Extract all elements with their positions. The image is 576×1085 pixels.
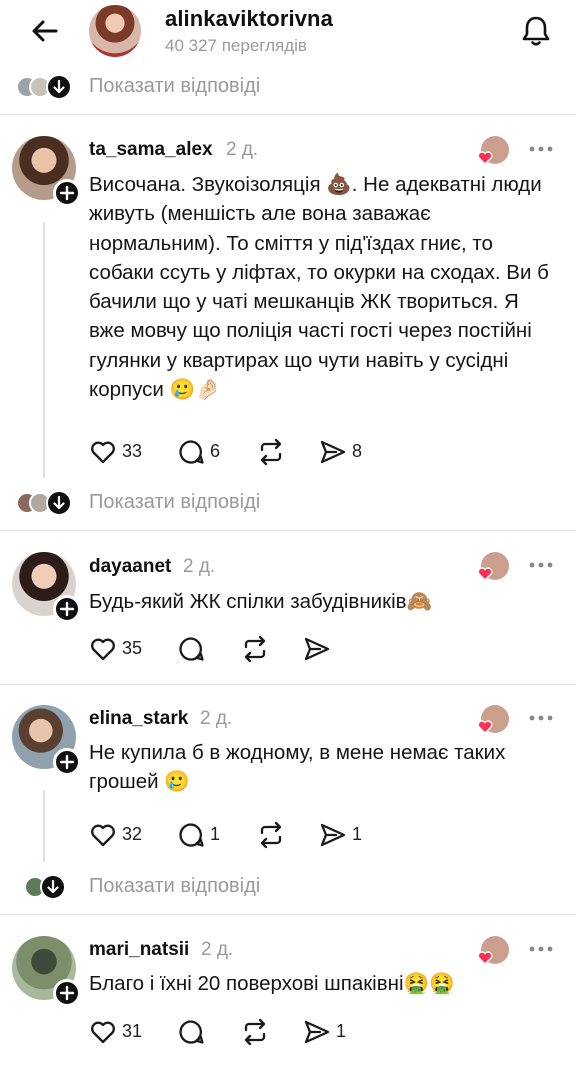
comment-username[interactable]: mari_natsii bbox=[89, 939, 189, 961]
comment-text: Будь-який ЖК спілки забудівників🙈 bbox=[89, 590, 433, 613]
arrow-down-icon bbox=[46, 490, 72, 516]
heart-icon bbox=[91, 1021, 115, 1044]
more-icon[interactable] bbox=[528, 714, 554, 722]
comment-username[interactable]: dayaanet bbox=[89, 556, 171, 578]
comment-icon bbox=[179, 440, 204, 464]
reply-avatars bbox=[16, 490, 76, 516]
show-replies-row[interactable]: Показати відповіді bbox=[0, 868, 576, 908]
send-icon bbox=[304, 1020, 330, 1044]
show-replies-row[interactable]: Показати відповіді bbox=[0, 68, 576, 108]
send-icon bbox=[304, 637, 330, 661]
heart-icon bbox=[477, 151, 493, 165]
show-replies-row[interactable]: Показати відповіді bbox=[0, 484, 576, 524]
heart-icon bbox=[91, 441, 115, 464]
comment-icon bbox=[179, 637, 204, 661]
arrow-down-icon bbox=[40, 874, 66, 900]
heart-icon bbox=[477, 951, 493, 965]
comment-username[interactable]: ta_sama_alex bbox=[89, 139, 213, 161]
divider bbox=[0, 684, 576, 685]
comment-username[interactable]: elina_stark bbox=[89, 708, 188, 730]
follow-plus-icon[interactable] bbox=[53, 179, 81, 207]
divider bbox=[0, 114, 576, 115]
reply-avatars bbox=[16, 874, 76, 900]
comment-icon bbox=[179, 1020, 204, 1044]
follow-plus-icon[interactable] bbox=[53, 595, 81, 623]
show-replies-label[interactable]: Показати відповіді bbox=[89, 875, 260, 898]
arrow-down-icon bbox=[46, 74, 72, 100]
repost-icon bbox=[260, 438, 282, 466]
share-count: 8 bbox=[352, 441, 363, 461]
profile-username[interactable]: alinkaviktorivna bbox=[165, 6, 333, 32]
comment-time: 2 д. bbox=[201, 939, 234, 960]
comment-text: Височана. Звукоізоляція 💩. Не адекватні … bbox=[89, 173, 549, 402]
divider bbox=[0, 530, 576, 531]
heart-icon bbox=[91, 638, 115, 661]
profile-avatar[interactable] bbox=[89, 5, 141, 57]
repost-icon bbox=[260, 821, 282, 849]
heart-icon bbox=[477, 567, 493, 581]
comment-text: Не купила б в жодному, в мене немає таки… bbox=[89, 741, 506, 794]
reply-count: 6 bbox=[210, 441, 221, 461]
repost-icon bbox=[244, 635, 266, 663]
views-count: 40 327 переглядів bbox=[165, 36, 307, 55]
more-icon[interactable] bbox=[528, 145, 554, 153]
heart-icon bbox=[477, 720, 493, 734]
reply-avatars bbox=[16, 74, 76, 100]
like-count: 33 bbox=[122, 441, 143, 461]
comment-time: 2 д. bbox=[200, 708, 233, 729]
share-count: 1 bbox=[336, 1021, 347, 1041]
comment-icon bbox=[179, 823, 204, 847]
like-count: 32 bbox=[122, 824, 143, 844]
like-count: 35 bbox=[122, 638, 143, 658]
reply-count: 1 bbox=[210, 824, 221, 844]
comment-actions: 32 1 1 bbox=[88, 820, 388, 850]
comment-time: 2 д. bbox=[226, 139, 259, 160]
follow-plus-icon[interactable] bbox=[53, 748, 81, 776]
thread-line bbox=[43, 222, 45, 478]
comment-actions: 33 6 8 bbox=[88, 437, 388, 467]
app-header: alinkaviktorivna 40 327 переглядів bbox=[0, 0, 576, 62]
follow-plus-icon[interactable] bbox=[53, 979, 81, 1007]
heart-icon bbox=[91, 824, 115, 847]
more-icon[interactable] bbox=[528, 945, 554, 953]
more-icon[interactable] bbox=[528, 561, 554, 569]
send-icon bbox=[320, 823, 346, 847]
repost-icon bbox=[244, 1018, 266, 1046]
like-count: 31 bbox=[122, 1021, 143, 1041]
thread-line bbox=[43, 790, 45, 862]
comment-time: 2 д. bbox=[183, 556, 216, 577]
show-replies-label[interactable]: Показати відповіді bbox=[89, 75, 260, 98]
arrow-left-icon[interactable] bbox=[28, 14, 62, 48]
share-count: 1 bbox=[352, 824, 363, 844]
comment-text: Благо і їхні 20 поверхові шпаківні🤮🤮 bbox=[89, 972, 455, 995]
divider bbox=[0, 914, 576, 915]
bell-icon[interactable] bbox=[518, 13, 554, 49]
comment-actions: 31 1 bbox=[88, 1017, 388, 1047]
comment-actions: 35 bbox=[88, 634, 388, 664]
show-replies-label[interactable]: Показати відповіді bbox=[89, 491, 260, 514]
send-icon bbox=[320, 440, 346, 464]
